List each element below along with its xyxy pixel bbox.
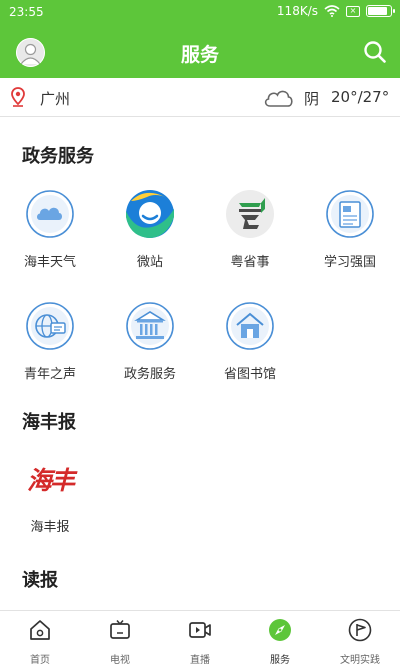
- section-title-gov: 政务服务: [22, 146, 94, 167]
- location-pin-icon[interactable]: [11, 87, 25, 107]
- section-title-paper: 海丰报: [22, 412, 76, 433]
- tile-label: 省图书馆: [223, 367, 276, 382]
- weather-condition: 阴: [304, 90, 320, 108]
- tv-icon: [110, 620, 130, 639]
- page-title: 服务: [180, 44, 219, 66]
- cloud-weather-icon: [264, 90, 293, 107]
- weizhan-icon: [126, 190, 174, 238]
- tile-label: 海丰天气: [23, 255, 76, 270]
- tile-label: 学习强国: [323, 255, 376, 270]
- nav-live[interactable]: 直播: [160, 611, 240, 666]
- home-icon: [30, 620, 50, 640]
- tile-gov-services[interactable]: 政务服务: [100, 301, 200, 382]
- globe-icon: [26, 302, 74, 350]
- nav-label: 文明实践: [340, 655, 380, 666]
- battery-icon: [366, 5, 395, 17]
- search-icon[interactable]: [363, 40, 387, 64]
- haifeng-logo: 海丰: [26, 466, 75, 495]
- tile-yueshengshi[interactable]: 粤省事: [200, 189, 300, 270]
- nav-label: 直播: [190, 655, 210, 666]
- live-video-icon: [189, 622, 211, 638]
- bottom-nav: 首页 电视 直播 服务 文明实践: [0, 610, 400, 666]
- status-time: 23:55: [9, 5, 44, 19]
- compass-icon: [269, 619, 291, 641]
- nav-services[interactable]: 服务: [240, 611, 320, 666]
- tile-label: 政务服务: [123, 367, 176, 382]
- tile-youth-voice[interactable]: 青年之声: [0, 301, 100, 382]
- city-name[interactable]: 广州: [40, 88, 70, 109]
- library-icon: [226, 302, 274, 350]
- status-bar: 23:55 118K/s ×: [0, 0, 400, 26]
- nav-label: 服务: [270, 655, 290, 666]
- nav-tv[interactable]: 电视: [80, 611, 160, 666]
- tile-label: 海丰报: [30, 520, 70, 535]
- tile-label: 青年之声: [23, 367, 76, 382]
- tile-provincial-library[interactable]: 省图书馆: [200, 301, 300, 382]
- tile-weizhan[interactable]: 微站: [100, 189, 200, 270]
- tile-label: 粤省事: [230, 255, 270, 270]
- xuexi-icon: [326, 190, 374, 238]
- tile-label: 微站: [136, 255, 163, 270]
- cloud-icon: [26, 190, 74, 238]
- nav-home[interactable]: 首页: [0, 611, 80, 666]
- nav-label: 电视: [110, 655, 130, 666]
- network-speed: 118K/s: [276, 4, 318, 18]
- nav-civilization[interactable]: 文明实践: [320, 611, 400, 666]
- section-title-read: 读报: [22, 570, 58, 591]
- location-weather-bar: 广州 阴 20°/27°: [0, 78, 400, 117]
- app-header: 服务: [0, 26, 400, 78]
- weather-temperature: 20°/27°: [331, 88, 390, 106]
- status-indicators: 118K/s ×: [276, 4, 395, 18]
- yueshengshi-icon: [226, 190, 274, 238]
- flag-icon: [348, 618, 372, 642]
- wifi-icon: [324, 5, 340, 17]
- nav-label: 首页: [30, 655, 50, 666]
- tile-haifeng-paper[interactable]: 海丰 海丰报: [0, 458, 100, 535]
- government-building-icon: [126, 302, 174, 350]
- tile-haifeng-weather[interactable]: 海丰天气: [0, 189, 100, 270]
- no-sim-icon: ×: [346, 5, 360, 17]
- tile-xuexi[interactable]: 学习强国: [300, 189, 400, 270]
